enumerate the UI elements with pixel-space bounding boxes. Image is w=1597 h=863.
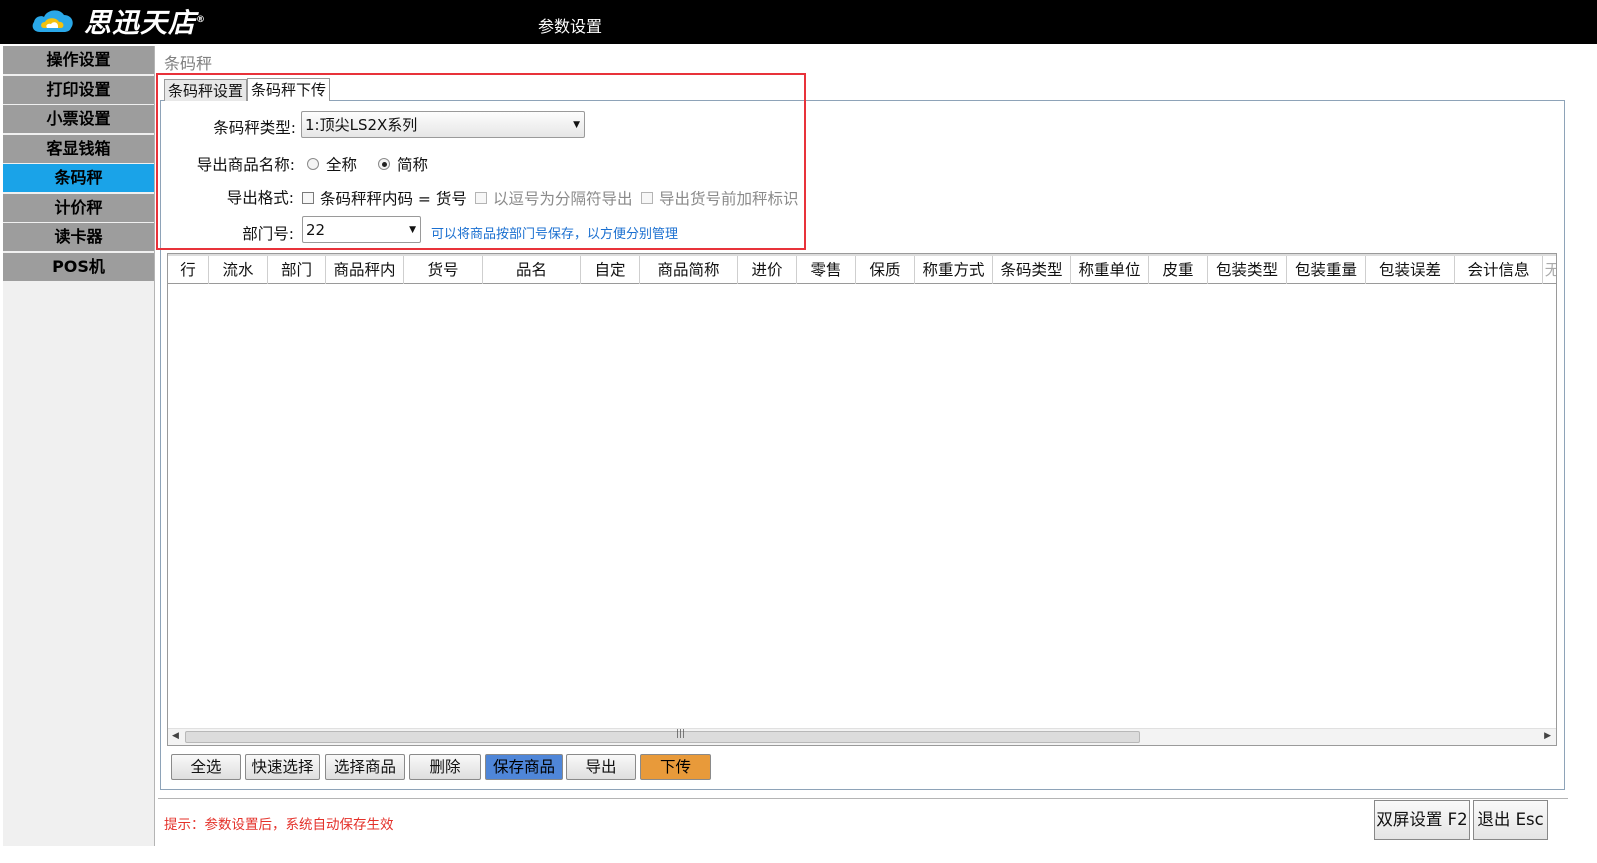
col-header-serial[interactable]: 流水 [209, 256, 268, 284]
export-name-full-label: 全称 [326, 156, 358, 174]
tab-scale-settings[interactable]: 条码秤设置 [164, 79, 248, 101]
format-code-equals-sku-checkbox[interactable]: 条码秤秤内码 = 货号 [302, 187, 467, 209]
cloud-logo-icon [32, 10, 73, 32]
radio-unchecked-icon [307, 158, 319, 170]
export-name-short-label: 简称 [397, 156, 429, 174]
sidebar-item-card-reader[interactable]: 读卡器 [3, 223, 154, 251]
col-header-sku[interactable]: 货号 [404, 256, 483, 284]
col-header-department[interactable]: 部门 [268, 256, 326, 284]
col-header-package-error[interactable]: 包装误差 [1366, 256, 1455, 284]
app-logo: 思迅天店® [30, 2, 206, 39]
dual-screen-settings-button[interactable]: 双屏设置 F2 [1374, 800, 1470, 840]
sidebar-item-operation[interactable]: 操作设置 [3, 46, 154, 74]
format-scale-prefix-checkbox[interactable]: 导出货号前加秤标识 [641, 187, 799, 209]
section-title: 条码秤 [164, 54, 213, 73]
checkbox-icon [641, 192, 653, 204]
window-title: 参数设置 [538, 17, 603, 36]
quick-select-button[interactable]: 快速选择 [245, 754, 320, 780]
download-button[interactable]: 下传 [640, 754, 711, 780]
tab-scale-download[interactable]: 条码秤下传 [247, 78, 331, 101]
col-header-package-weight[interactable]: 包装重量 [1287, 256, 1366, 284]
grid-header: 行 流水 部门 商品秤内 货号 品名 自定 商品简称 进价 零售 保质 称重方式… [168, 254, 1556, 284]
department-value: 22 [306, 220, 326, 239]
goods-grid[interactable]: 行 流水 部门 商品秤内 货号 品名 自定 商品简称 进价 零售 保质 称重方式… [167, 253, 1557, 746]
select-goods-button[interactable]: 选择商品 [325, 754, 405, 780]
sidebar-item-print[interactable]: 打印设置 [3, 75, 154, 104]
col-header-short-name[interactable]: 商品简称 [640, 256, 738, 284]
format-scale-prefix-label: 导出货号前加秤标识 [659, 190, 799, 208]
col-header-custom[interactable]: 自定 [581, 256, 640, 284]
brand-name: 思迅天店® [84, 7, 206, 39]
col-header-tare[interactable]: 皮重 [1149, 256, 1208, 284]
export-name-full-radio[interactable]: 全称 [307, 153, 357, 175]
scrollbar-thumb[interactable]: ||| [185, 729, 1140, 743]
radio-checked-icon [378, 158, 390, 170]
sidebar-item-receipt[interactable]: 小票设置 [3, 105, 154, 133]
sidebar-item-pos[interactable]: POS机 [3, 252, 154, 281]
department-select[interactable]: 22 ▼ [302, 216, 421, 243]
scroll-right-icon[interactable]: ▶ [1544, 731, 1551, 741]
select-all-button[interactable]: 全选 [171, 754, 241, 780]
scale-type-label: 条码秤类型: [213, 119, 296, 137]
dropdown-arrow-icon: ▼ [573, 119, 580, 130]
scale-type-value: 1:顶尖LS2X系列 [305, 116, 418, 134]
save-goods-button[interactable]: 保存商品 [485, 754, 563, 780]
export-format-label: 导出格式: [226, 189, 294, 207]
delete-button[interactable]: 删除 [409, 754, 481, 780]
col-header-weigh-unit[interactable]: 称重单位 [1071, 256, 1149, 284]
grip-icon: ||| [676, 729, 686, 739]
settings-hint: 提示：参数设置后，系统自动保存生效 [164, 817, 394, 833]
col-header-scale-code[interactable]: 商品秤内 [326, 256, 404, 284]
col-header-accounting[interactable]: 会计信息 [1455, 256, 1543, 284]
sidebar-item-customer-display[interactable]: 客显钱箱 [3, 134, 154, 163]
col-header-weigh-mode[interactable]: 称重方式 [915, 256, 993, 284]
scroll-left-icon[interactable]: ◀ [172, 731, 179, 741]
checkbox-icon [475, 192, 487, 204]
tab-strip: 条码秤设置 条码秤下传 [164, 78, 331, 101]
format-code-equals-sku-label: 条码秤秤内码 = 货号 [320, 190, 467, 208]
col-header-product-name[interactable]: 品名 [483, 256, 581, 284]
col-header-cost[interactable]: 进价 [738, 256, 797, 284]
settings-sidebar: 操作设置 打印设置 小票设置 客显钱箱 条码秤 计价秤 读卡器 POS机 [3, 46, 155, 846]
department-label: 部门号: [242, 225, 294, 243]
col-header-more[interactable]: 无 [1543, 256, 1556, 284]
dropdown-arrow-icon: ▼ [409, 224, 416, 235]
checkbox-icon [302, 192, 314, 204]
export-name-label: 导出商品名称: [196, 156, 295, 174]
col-header-shelf-life[interactable]: 保质 [856, 256, 915, 284]
department-hint: 可以将商品按部门号保存，以方便分别管理 [431, 227, 679, 242]
col-header-barcode-type[interactable]: 条码类型 [993, 256, 1071, 284]
scale-type-select[interactable]: 1:顶尖LS2X系列 ▼ [301, 111, 585, 138]
col-header-row[interactable]: 行 [168, 256, 209, 284]
format-comma-separator-label: 以逗号为分隔符导出 [493, 190, 633, 208]
exit-button[interactable]: 退出 Esc [1473, 800, 1548, 840]
format-comma-separator-checkbox[interactable]: 以逗号为分隔符导出 [475, 187, 633, 209]
horizontal-scrollbar[interactable]: ◀ ||| ▶ [168, 728, 1556, 745]
export-name-short-radio[interactable]: 简称 [378, 153, 428, 175]
export-button[interactable]: 导出 [566, 754, 636, 780]
col-header-package-type[interactable]: 包装类型 [1208, 256, 1287, 284]
sidebar-item-barcode-scale[interactable]: 条码秤 [3, 164, 154, 192]
col-header-retail[interactable]: 零售 [797, 256, 856, 284]
title-bar: 思迅天店® 参数设置 [0, 0, 1597, 44]
sidebar-item-pricing-scale[interactable]: 计价秤 [3, 193, 154, 222]
